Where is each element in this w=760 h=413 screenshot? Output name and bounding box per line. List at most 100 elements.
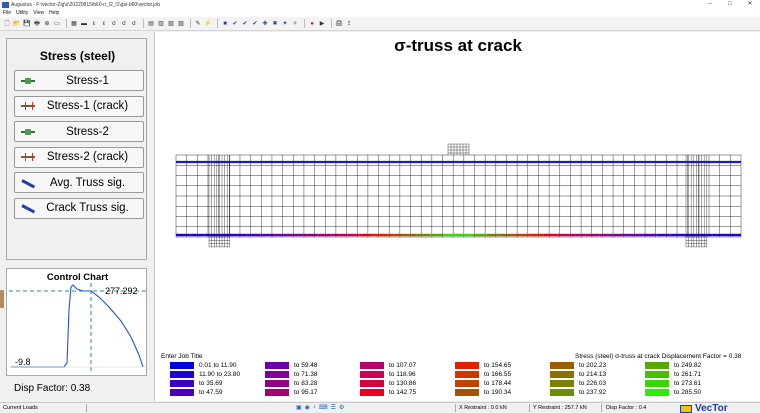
tool-icon-2[interactable]: ✖ — [271, 20, 279, 28]
legend-range: to 130.86 — [389, 379, 417, 387]
legend-range: to 83.28 — [294, 379, 318, 387]
chart-icon-2[interactable]: ▥ — [157, 20, 165, 28]
legend-swatch — [645, 361, 669, 369]
tool-icon-3[interactable]: ✦ — [281, 20, 289, 28]
new-icon[interactable]: 🗋 — [3, 20, 11, 28]
legend-item: to 214.13 — [550, 370, 606, 378]
print-icon-2[interactable]: 🖨 — [335, 20, 343, 28]
legend-swatch — [550, 361, 574, 369]
status-x-restraint: X Restraint : 0.0 kN — [459, 405, 507, 411]
panel-title: Stress (steel) — [39, 49, 116, 63]
epsilon-icon-2[interactable]: ε — [100, 20, 108, 28]
grid-icon[interactable]: ▦ — [70, 20, 78, 28]
check-icon-2[interactable]: ✔ — [241, 20, 249, 28]
legend-swatch — [170, 361, 194, 369]
chart-icon-1[interactable]: ▤ — [147, 20, 155, 28]
legend-item: to 285.50 — [645, 388, 701, 396]
menu-utility[interactable]: Utility — [16, 10, 28, 16]
save-icon[interactable]: 💾 — [23, 20, 31, 28]
status-disp-factor: Disp Factor : 0.4 — [606, 405, 647, 411]
legend-range: to 261.71 — [674, 370, 702, 378]
menu-help[interactable]: Help — [49, 10, 59, 16]
truss-icon — [20, 178, 36, 188]
bar-icon[interactable]: ▬ — [80, 20, 88, 28]
chart-icon-3[interactable]: ▧ — [167, 20, 175, 28]
legend-swatch — [645, 379, 669, 387]
stress-button-6[interactable]: Crack Truss sig. — [14, 197, 144, 219]
load-deflection-curve — [11, 284, 144, 368]
sigma-icon[interactable]: σ — [110, 20, 118, 28]
legend-range: to 166.55 — [484, 370, 512, 378]
legend-item: to 83.28 — [265, 379, 318, 387]
stress-button-label: Stress-1 — [66, 74, 109, 87]
stress-button-label: Crack Truss sig. — [46, 202, 129, 214]
tray-icon-2[interactable]: ◉ — [305, 404, 310, 411]
sigma-icon-2[interactable]: σ — [120, 20, 128, 28]
sigma-icon-3[interactable]: σ — [130, 20, 138, 28]
tool-icon[interactable]: ✚ — [261, 20, 269, 28]
finite-element-mesh[interactable] — [155, 32, 760, 401]
tray-icon-3[interactable]: ♪ — [313, 404, 316, 411]
select-icon[interactable]: ▭ — [53, 20, 61, 28]
title-bar: Augustus - F:\vector-Zig\s\20220815\b60-… — [0, 0, 760, 9]
stress-button-label: Avg. Truss sig. — [49, 176, 126, 189]
legend-swatch — [645, 388, 669, 396]
stress-button-2[interactable]: Stress-1 (crack) — [14, 95, 144, 117]
tray-icon-5[interactable]: ☰ — [331, 404, 336, 411]
tool-icon-4[interactable]: ✧ — [291, 20, 299, 28]
menu-file[interactable]: File — [3, 10, 11, 16]
crack-icon[interactable]: ⚡ — [204, 20, 212, 28]
check-icon-3[interactable]: ✔ — [251, 20, 259, 28]
legend-range: 0.01 to 11.90 — [199, 361, 237, 369]
close-button[interactable]: ✕ — [740, 0, 760, 9]
window-controls: – □ ✕ — [700, 0, 760, 9]
legend-item: to 59.48 — [265, 361, 318, 369]
open-icon[interactable]: 📂 — [13, 20, 21, 28]
pencil-icon[interactable]: ✎ — [194, 20, 202, 28]
save-blue-icon[interactable]: ■ — [221, 20, 229, 28]
stress-button-3[interactable]: Stress-2 — [14, 121, 144, 142]
stress-button-label: Stress-1 (crack) — [46, 100, 129, 112]
legend-swatch — [550, 379, 574, 387]
legend-range: to 95.17 — [294, 388, 318, 396]
legend-item: to 202.23 — [550, 361, 606, 369]
legend-range: to 226.03 — [579, 379, 607, 387]
legend-range: to 154.65 — [484, 361, 512, 369]
menu-view[interactable]: View — [33, 10, 44, 16]
legend-range: to 71.38 — [294, 370, 318, 378]
toolbar-separator — [66, 19, 67, 28]
vector-logo-icon — [680, 404, 692, 413]
status-current-loads: Current Loads — [3, 405, 38, 411]
chart-icon-4[interactable]: ▨ — [177, 20, 185, 28]
legend-swatch — [360, 361, 384, 369]
main-canvas[interactable]: σ-truss at crack — [154, 32, 760, 401]
panel-resize-handle[interactable] — [0, 290, 4, 308]
tray-icon-4[interactable]: ⌨ — [319, 404, 328, 411]
zoom-icon[interactable]: ⊕ — [43, 20, 51, 28]
toolbar-separator — [190, 19, 191, 28]
legend-item: to 71.38 — [265, 370, 318, 378]
play-icon[interactable]: ▶ — [318, 20, 326, 28]
tray-icon-1[interactable]: ▣ — [296, 404, 302, 411]
app-icon — [2, 1, 9, 8]
check-icon[interactable]: ✔ — [231, 20, 239, 28]
legend-range: to 118.96 — [389, 370, 416, 378]
record-icon[interactable]: ● — [308, 20, 316, 28]
stress-button-label: Stress-2 (crack) — [46, 151, 129, 163]
legend-item: to 273.61 — [645, 379, 701, 387]
print-icon[interactable]: 🖶 — [33, 20, 41, 28]
tray-icon-6[interactable]: ⚙ — [339, 404, 344, 411]
legend-swatch — [360, 370, 384, 378]
minimize-button[interactable]: – — [700, 0, 720, 9]
job-title-label[interactable]: Enter Job Title — [161, 353, 203, 360]
stress-button-1[interactable]: Stress-1 — [14, 70, 144, 91]
legend-swatch — [170, 370, 194, 378]
legend-range: to 249.82 — [674, 361, 702, 369]
stress-button-4[interactable]: Stress-2 (crack) — [14, 146, 144, 168]
export-icon[interactable]: ⇪ — [345, 20, 353, 28]
stress-button-5[interactable]: Avg. Truss sig. — [14, 172, 144, 193]
maximize-button[interactable]: □ — [720, 0, 740, 9]
epsilon-icon[interactable]: ε — [90, 20, 98, 28]
legend-item: to 237.92 — [550, 388, 606, 396]
legend-item: to 35.69 — [170, 379, 223, 387]
